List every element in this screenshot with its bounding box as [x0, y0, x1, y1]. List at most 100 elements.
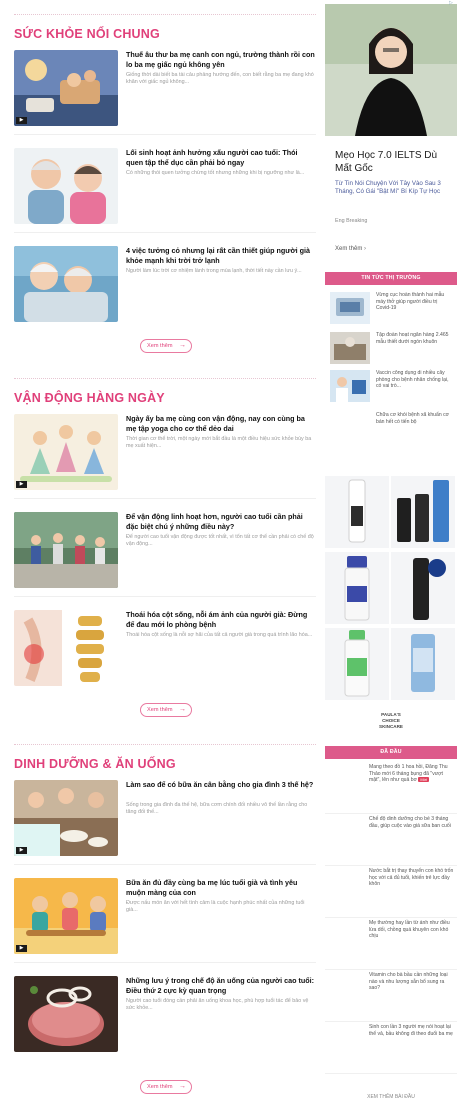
article-title[interactable]: Bữa ăn đủ đầy cùng ba mẹ lúc tuổi già và…	[126, 878, 316, 897]
hot-news-title[interactable]: Mang theo đồ 1 hoa hồi, Đăng Thu Thảo mớ…	[369, 764, 455, 784]
video-icon: ▶	[16, 117, 27, 124]
article-item[interactable]: Lối sinh hoạt ảnh hưởng xấu người cao tu…	[14, 148, 316, 228]
article-thumbnail[interactable]	[14, 246, 118, 322]
market-news-header: TIN TỨC THỊ TRƯỜNG	[325, 272, 457, 285]
page: SỨC KHỎE NỔI CHUNG ▶ Thuế âu thư ba mẹ c…	[0, 0, 475, 1103]
article-item[interactable]: 4 việc tưởng cỏ nhưng lại rất cần thiết …	[14, 246, 316, 326]
hot-news-header: ĐÃ ĐẦU	[325, 746, 457, 759]
article-item[interactable]: Thoái hóa cột sống, nỗi ám ảnh của người…	[14, 610, 316, 690]
article-thumbnail[interactable]: ▶	[14, 414, 118, 490]
article-description: Thời gian cơ thể trời, một ngày mới bắt …	[126, 436, 312, 450]
hot-news-title-text: Mang theo đồ 1 hoa hồi, Đăng Thu Thảo mớ…	[369, 764, 448, 784]
hot-news-title[interactable]: Chế độ dinh dưỡng cho bé 3 tháng đầu, gi…	[369, 816, 455, 829]
article-item[interactable]: ▶ Bữa ăn đủ đầy cùng ba mẹ lúc tuổi già …	[14, 878, 316, 958]
market-news-extra[interactable]: Chữa cơ khói bệnh xã khuẩn cơ bán hết có…	[376, 412, 452, 425]
brand-line: SKINCARE	[379, 724, 403, 729]
product-tile[interactable]	[391, 476, 455, 548]
ad-choices-icon[interactable]: ▷	[449, 0, 455, 6]
video-icon: ▶	[16, 945, 27, 952]
article-thumbnail[interactable]: ▶	[14, 878, 118, 954]
market-news-title[interactable]: Vừng cục hoàn thành hai mẫu máy thở giúp…	[376, 292, 452, 312]
see-more-label: Xem thêm	[147, 707, 173, 713]
ad-link[interactable]: Xem thêm ›	[335, 246, 366, 252]
article-item[interactable]: ▶ Ngày ấy ba mẹ cùng con vận động, nay c…	[14, 414, 316, 494]
market-news-item[interactable]: Vaccin công dụng di nhiều cây phòng cho …	[330, 370, 452, 410]
section-nutrition: DINH DƯỠNG & ĂN UỐNG ▶ Làm sao để có bữa…	[14, 744, 316, 1094]
hot-news-title[interactable]: Nước bắt trị thay thuyển con khó trốn họ…	[369, 868, 455, 888]
article-thumbnail[interactable]: ▶	[14, 50, 118, 126]
article-title[interactable]: Thuế âu thư ba mẹ canh con ngủ, trường t…	[126, 50, 316, 69]
section-title[interactable]: SỨC KHỎE NỔI CHUNG	[14, 14, 316, 44]
article-description: Người làm lúc trời cơ nhiệm lành trong m…	[126, 268, 302, 274]
ad-subtitle[interactable]: Từ Tin Nói Chuyện Với Tây Vào Sau 3 Thán…	[335, 180, 453, 197]
new-badge: Mới	[418, 777, 430, 783]
article-description: Để người cao tuổi vận động được tốt nhất…	[126, 534, 314, 548]
section-health: SỨC KHỎE NỔI CHUNG ▶ Thuế âu thư ba mẹ c…	[14, 14, 316, 353]
article-title[interactable]: Thoái hóa cột sống, nỗi ám ảnh của người…	[126, 610, 316, 629]
section-exercise: VẬN ĐỘNG HÀNG NGÀY ▶ Ngày ấy ba mẹ cùng …	[14, 378, 316, 717]
product-ad[interactable]	[325, 476, 457, 736]
arrow-right-icon: →	[179, 706, 186, 713]
arrow-right-icon: →	[179, 1083, 186, 1090]
article-item[interactable]: ▶ Thuế âu thư ba mẹ canh con ngủ, trường…	[14, 50, 316, 130]
divider	[14, 864, 316, 865]
hot-news-item[interactable]: Mang theo đồ 1 hoa hồi, Đăng Thu Thảo mớ…	[325, 764, 457, 814]
ad-headline[interactable]: Mẹo Học 7.0 IELTS Dù Mất Gốc	[335, 150, 453, 175]
article-item[interactable]: Để vận động linh hoạt hơn, người cao tuổ…	[14, 512, 316, 592]
product-tile[interactable]	[325, 628, 389, 700]
article-item[interactable]: Những lưu ý trong chế độ ăn uống của ngư…	[14, 976, 316, 1056]
market-news-title[interactable]: Vaccin công dụng di nhiều cây phòng cho …	[376, 370, 452, 390]
article-title[interactable]: Những lưu ý trong chế độ ăn uống của ngư…	[126, 976, 316, 995]
hot-news-title[interactable]: Vitamin cho bà bầu cần những loại nào và…	[369, 972, 455, 992]
article-thumbnail[interactable]: ▶	[14, 780, 118, 856]
market-news-title[interactable]: Tập đoàn hoạt ngân hàng 2.465 mẫu thiết …	[376, 332, 452, 345]
see-more-button[interactable]: Xem thêm →	[140, 703, 192, 717]
article-title[interactable]: 4 việc tưởng cỏ nhưng lại rất cần thiết …	[126, 246, 316, 265]
article-thumbnail[interactable]	[14, 512, 118, 588]
market-news-item[interactable]: Tập đoàn hoạt ngân hàng 2.465 mẫu thiết …	[330, 332, 452, 372]
section-title[interactable]: VẬN ĐỘNG HÀNG NGÀY	[14, 378, 316, 408]
article-description: Sống trong gia đình đa thế hệ, bữa cơm c…	[126, 802, 308, 816]
article-title[interactable]: Ngày ấy ba mẹ cùng con vận động, nay con…	[126, 414, 316, 433]
ad-link-label: Xem thêm	[335, 246, 363, 252]
section-title[interactable]: DINH DƯỠNG & ĂN UỐNG	[14, 744, 316, 774]
market-news-thumbnail[interactable]	[330, 292, 370, 324]
hot-news-item[interactable]: Sinh con lần 3 người mẹ nói hoạt lại thể…	[325, 1024, 457, 1074]
see-more-button[interactable]: Xem thêm →	[140, 339, 192, 353]
see-more-label: Xem thêm	[147, 1084, 173, 1090]
see-more-label: Xem thêm	[147, 343, 173, 349]
article-title[interactable]: Để vận động linh hoạt hơn, người cao tuổ…	[126, 512, 316, 531]
chevron-right-icon: ›	[364, 246, 367, 252]
market-news-thumbnail[interactable]	[330, 370, 370, 402]
article-thumbnail[interactable]	[14, 148, 118, 224]
hot-news-item[interactable]: Chế độ dinh dưỡng cho bé 3 tháng đầu, gi…	[325, 816, 457, 866]
market-news-thumbnail[interactable]	[330, 332, 370, 364]
hot-news-item[interactable]: Mẹ thường hay lần từ ánh như điều lừa dố…	[325, 920, 457, 970]
article-title[interactable]: Lối sinh hoạt ảnh hưởng xấu người cao tu…	[126, 148, 316, 167]
article-thumbnail[interactable]	[14, 610, 118, 686]
product-ad-brand: PAULA'S CHOICE SKINCARE	[325, 712, 457, 730]
article-thumbnail[interactable]	[14, 976, 118, 1052]
product-tile[interactable]	[325, 552, 389, 624]
article-description: Người cao tuổi đóng cần phải ăn uống kho…	[126, 998, 309, 1012]
product-tile[interactable]	[325, 476, 389, 548]
hot-news-item[interactable]: Nước bắt trị thay thuyển con khó trốn họ…	[325, 868, 457, 918]
article-description: Thoái hóa cột sống là nỗi sợ hãi của tất…	[126, 632, 313, 638]
hot-news-item[interactable]: Vitamin cho bà bầu cần những loại nào và…	[325, 972, 457, 1022]
see-all-link[interactable]: XEM THÊM BÀI ĐẦU	[325, 1094, 457, 1100]
ad-brand: Eng Breaking	[335, 218, 368, 224]
hot-news-title[interactable]: Mẹ thường hay lần từ ánh như điều lừa dố…	[369, 920, 455, 940]
divider	[14, 232, 316, 233]
article-item[interactable]: ▶ Làm sao để có bữa ăn cân bằng cho gia …	[14, 780, 316, 860]
video-icon: ▶	[16, 847, 27, 854]
market-news-item[interactable]: Vừng cục hoàn thành hai mẫu máy thở giúp…	[330, 292, 452, 332]
article-description: Có những thói quen tưởng chừng tốt nhưng…	[126, 170, 305, 176]
see-more-button[interactable]: Xem thêm →	[140, 1080, 192, 1094]
article-description: Được nấu món ăn với hết tình cảm là cuộc…	[126, 900, 305, 914]
ad-image[interactable]	[325, 4, 457, 136]
divider	[14, 962, 316, 963]
hot-news-title[interactable]: Sinh con lần 3 người mẹ nói hoạt lại thể…	[369, 1024, 455, 1037]
article-title[interactable]: Làm sao để có bữa ăn cân bằng cho gia đì…	[126, 780, 316, 790]
product-tile[interactable]	[391, 552, 455, 624]
product-tile[interactable]	[391, 628, 455, 700]
